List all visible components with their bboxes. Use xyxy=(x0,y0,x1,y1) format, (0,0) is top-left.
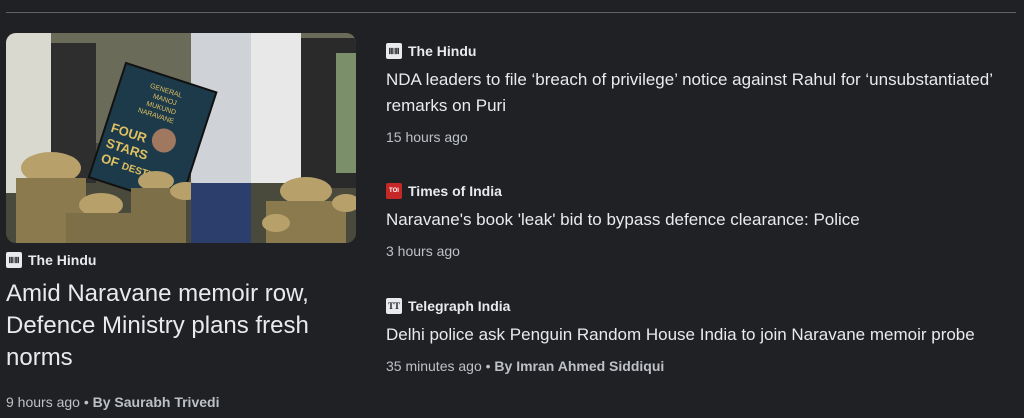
side-story-meta: 35 minutes ago • By Imran Ahmed Siddiqui xyxy=(386,358,1016,374)
story-byline: By Saurabh Trivedi xyxy=(92,394,220,410)
side-story-meta: 15 hours ago xyxy=(386,129,1016,145)
times-of-india-logo-icon: TOI xyxy=(386,183,402,199)
meta-separator: • xyxy=(83,394,89,410)
side-story[interactable]: ⅢⅢ The Hindu NDA leaders to file ‘breach… xyxy=(386,43,1016,145)
source-name: The Hindu xyxy=(408,43,477,59)
story-byline: By Imran Ahmed Siddiqui xyxy=(494,358,665,374)
main-story-title[interactable]: Amid Naravane memoir row, Defence Minist… xyxy=(6,278,356,374)
main-story[interactable]: ⅢⅢ The Hindu Amid Naravane memoir row, D… xyxy=(6,252,356,410)
telegraph-india-logo-icon: TT xyxy=(386,298,402,314)
side-story[interactable]: TOI Times of India Naravane's book 'leak… xyxy=(386,183,1016,259)
side-story-meta: 3 hours ago xyxy=(386,243,1016,259)
side-story-title[interactable]: Naravane's book 'leak' bid to bypass def… xyxy=(386,207,1016,233)
main-story-source[interactable]: ⅢⅢ The Hindu xyxy=(6,252,356,268)
side-story-title[interactable]: Delhi police ask Penguin Random House In… xyxy=(386,322,1016,348)
meta-separator: • xyxy=(485,358,491,374)
main-story-image[interactable]: GENERAL MANOJ MUKUND NARAVANE FOUR STARS… xyxy=(6,33,356,243)
story-time: 3 hours ago xyxy=(386,243,460,259)
source-name: Telegraph India xyxy=(408,298,511,314)
main-story-meta: 9 hours ago • By Saurabh Trivedi xyxy=(6,394,356,410)
source-name: The Hindu xyxy=(28,252,97,268)
story-time: 35 minutes ago xyxy=(386,358,482,374)
top-divider xyxy=(6,12,1016,13)
side-story-source[interactable]: TOI Times of India xyxy=(386,183,1016,199)
side-story-source[interactable]: TT Telegraph India xyxy=(386,298,1016,314)
story-time: 15 hours ago xyxy=(386,129,468,145)
the-hindu-logo-icon: ⅢⅢ xyxy=(386,43,402,59)
side-story[interactable]: TT Telegraph India Delhi police ask Peng… xyxy=(386,298,1016,374)
the-hindu-logo-icon: ⅢⅢ xyxy=(6,252,22,268)
side-story-source[interactable]: ⅢⅢ The Hindu xyxy=(386,43,1016,59)
source-name: Times of India xyxy=(408,183,502,199)
story-time: 9 hours ago xyxy=(6,394,80,410)
side-story-title[interactable]: NDA leaders to file ‘breach of privilege… xyxy=(386,67,1016,119)
